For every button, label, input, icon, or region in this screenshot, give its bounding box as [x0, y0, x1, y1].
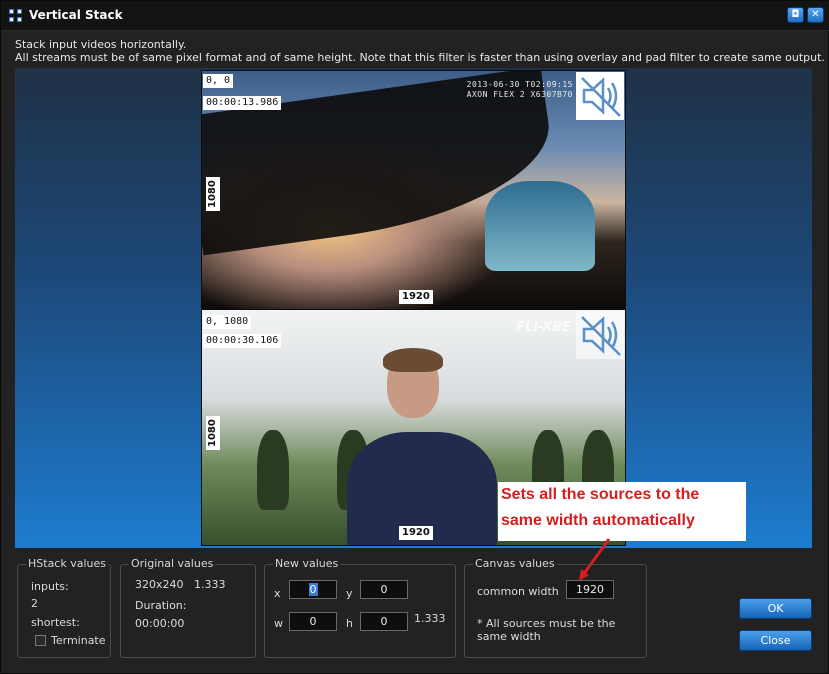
x-input[interactable]: 0 — [289, 580, 337, 599]
shortest-label: shortest: — [31, 616, 80, 629]
annotation-line-2: same width automatically — [501, 512, 695, 529]
w-input[interactable]: 0 — [289, 612, 337, 631]
close-window-button[interactable]: ✕ — [807, 7, 824, 23]
position-label: 0, 0 — [203, 74, 234, 88]
group-title: Canvas values — [473, 557, 557, 570]
description-line-1: Stack input videos horizontally. — [15, 38, 187, 51]
h-label: h — [346, 617, 353, 630]
description-line-2: All streams must be of same pixel format… — [15, 51, 825, 64]
terminate-checkbox[interactable] — [35, 635, 46, 646]
restore-button[interactable]: ◘ — [787, 7, 804, 23]
duration-label: Duration: — [135, 599, 187, 612]
close-button[interactable]: Close — [739, 630, 812, 651]
hstack-values-group: HStack values inputs: 2 shortest: Termin… — [17, 557, 111, 658]
original-ratio: 1.333 — [194, 578, 226, 591]
camera-overlay-text: 2013-06-30 T02:09:15 AXON FLEX 2 X6307B7… — [467, 80, 573, 100]
preview-area: 0, 0 00:00:13.986 2013-06-30 T02:09:15 A… — [15, 68, 812, 548]
canvas-values-group: Canvas values common width 1920 * All so… — [464, 557, 647, 658]
ok-button[interactable]: OK — [739, 598, 812, 619]
car-window-shape — [485, 181, 595, 271]
duration-value: 00:00:00 — [135, 617, 185, 630]
tree-shape — [257, 430, 289, 510]
new-ratio: 1.333 — [414, 612, 446, 625]
new-values-group: New values x 0 y 0 w 0 h 0 1.333 — [264, 557, 456, 658]
window-title: Vertical Stack — [29, 8, 123, 22]
w-label: w — [274, 617, 283, 630]
canvas-note-line-2: same width — [477, 630, 541, 643]
camera-date: 2013-06-30 T02:09:15 — [466, 80, 573, 89]
terminate-label: Terminate — [51, 634, 106, 647]
annotation-callout: Sets all the sources to the same width a… — [498, 482, 746, 541]
timestamp-label: 00:00:30.106 — [203, 334, 282, 348]
title-bar[interactable]: Vertical Stack ◘ ✕ — [1, 1, 829, 31]
canvas-note-line-1: * All sources must be the — [477, 617, 616, 630]
common-width-input[interactable]: 1920 — [566, 580, 614, 599]
group-title: Original values — [129, 557, 216, 570]
vertical-stack-dialog: Vertical Stack ◘ ✕ Stack input videos ho… — [0, 0, 829, 674]
speaker-mute-icon[interactable] — [576, 72, 624, 120]
camera-model: AXON FLEX 2 X6307B70 — [466, 90, 573, 99]
y-label: y — [346, 587, 353, 600]
width-label: 1920 — [399, 526, 433, 540]
x-label: x — [274, 587, 281, 600]
annotation-line-1: Sets all the sources to the — [501, 486, 700, 503]
y-input[interactable]: 0 — [360, 580, 408, 599]
width-label: 1920 — [399, 290, 433, 304]
original-resolution: 320x240 — [135, 578, 184, 591]
position-label: 0, 1080 — [203, 315, 252, 329]
height-label: 1080 — [206, 177, 220, 211]
h-input[interactable]: 0 — [360, 612, 408, 631]
inputs-value: 2 — [31, 597, 38, 610]
inputs-label: inputs: — [31, 580, 69, 593]
timestamp-label: 00:00:13.986 — [203, 96, 282, 110]
group-title: HStack values — [26, 557, 108, 570]
height-label: 1080 — [206, 416, 220, 450]
preview-frame-top[interactable]: 0, 0 00:00:13.986 2013-06-30 T02:09:15 A… — [201, 70, 626, 310]
watermark-text: FLI-XBE — [516, 320, 571, 335]
group-title: New values — [273, 557, 341, 570]
speaker-mute-icon[interactable] — [576, 311, 624, 359]
original-values-group: Original values 320x240 1.333 Duration: … — [120, 557, 256, 658]
filter-description: Stack input videos horizontally. All str… — [15, 38, 825, 64]
x-value: 0 — [308, 583, 318, 596]
common-width-label: common width — [477, 585, 559, 598]
app-grid-icon — [9, 9, 23, 23]
person-figure — [347, 348, 497, 545]
